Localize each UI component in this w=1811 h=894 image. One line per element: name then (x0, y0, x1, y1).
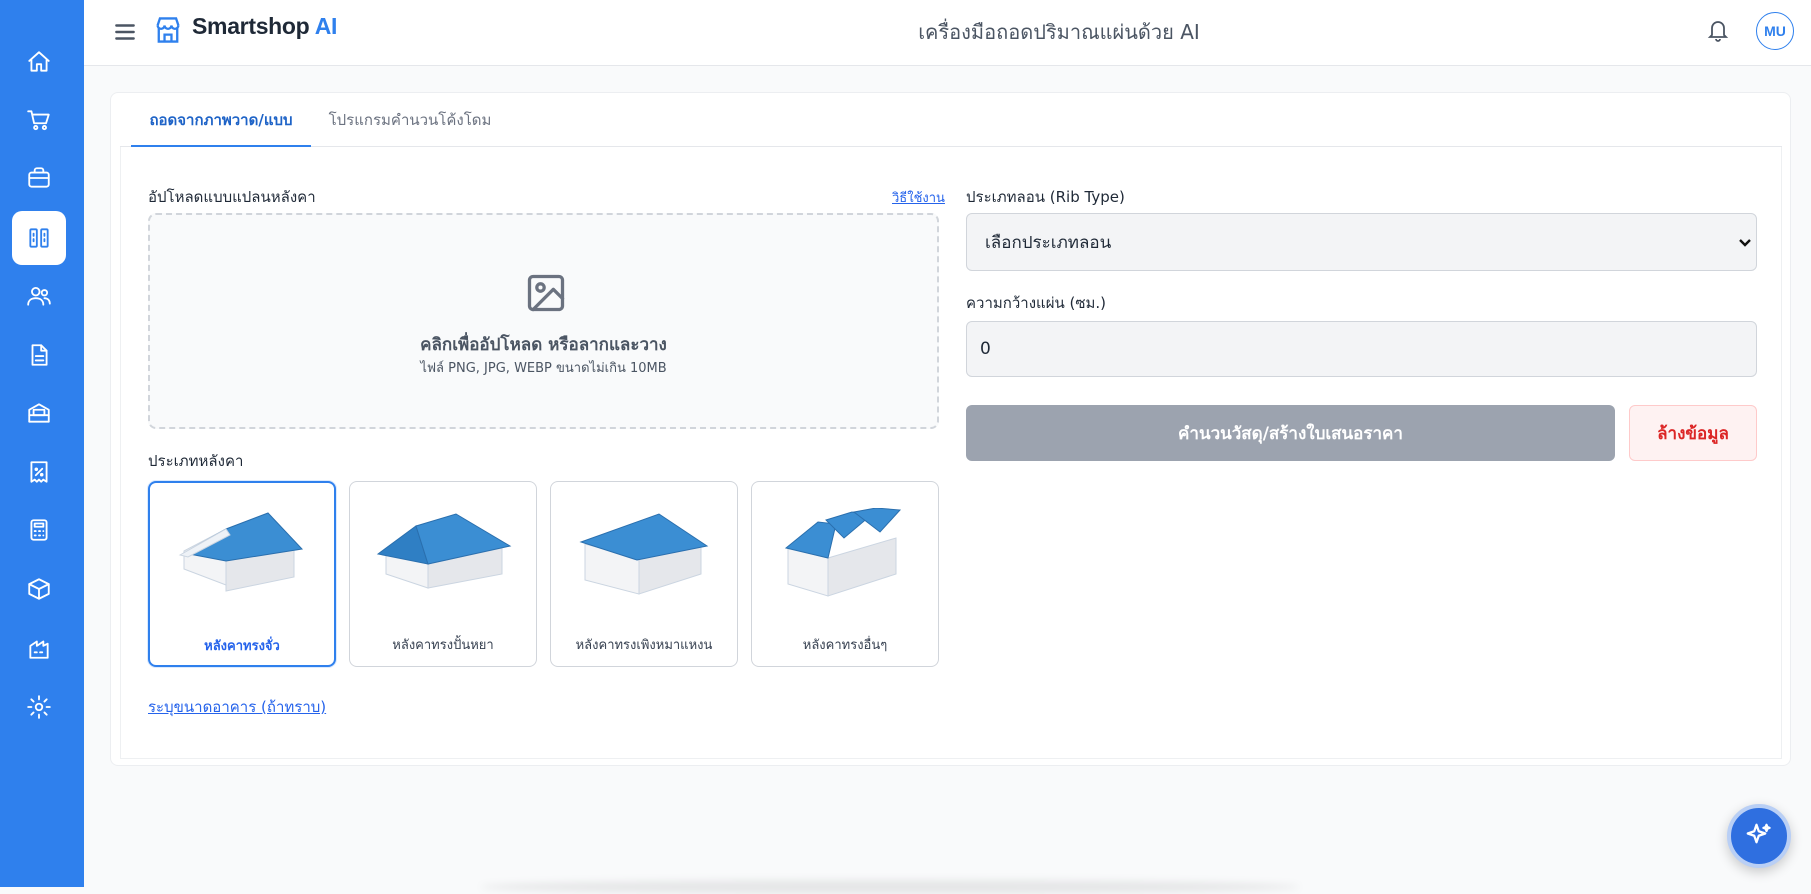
calculator-icon (30, 519, 48, 541)
notifications-button[interactable] (1706, 17, 1734, 45)
roof-option-label: หลังคาทรงเพิงหมาแหงน (575, 638, 713, 653)
roof-option-label: หลังคาทรงปั้นหยา (392, 638, 494, 653)
shed-roof-icon (579, 513, 709, 595)
sidebar-item-briefcase[interactable] (12, 151, 66, 205)
sidebar-item-documents[interactable] (12, 328, 66, 382)
rib-type-selected: เลือกประเภทลอน (985, 232, 1112, 253)
sidebar-item-receipts[interactable] (12, 445, 66, 499)
box-icon (28, 578, 50, 600)
tab-dome-calculator[interactable]: โปรแกรมคำนวนโค้งโดม (320, 93, 500, 147)
sidebar-item-factory[interactable] (12, 621, 66, 675)
cart-icon (27, 110, 50, 131)
sidebar-item-calculator[interactable] (12, 503, 66, 557)
howto-link[interactable]: วิธีใช้งาน (892, 187, 945, 208)
home-icon (28, 51, 50, 72)
tab-bar: ถอดจากภาพวาด/แบบ โปรแกรมคำนวนโค้งโดม (120, 93, 1782, 147)
ai-assistant-button[interactable] (1727, 804, 1791, 868)
roof-option-other[interactable]: หลังคาทรงอื่นๆ (751, 481, 939, 667)
hamburger-icon (115, 24, 135, 40)
sidebar-item-users[interactable] (12, 269, 66, 323)
sheet-width-label: ความกว้างแผ่น (ซม.) (966, 294, 1107, 312)
gable-roof-icon (178, 512, 304, 592)
rib-type-select[interactable]: เลือกประเภทลอน (966, 213, 1757, 271)
clear-button[interactable]: ล้างข้อมูล (1629, 405, 1757, 461)
bottom-shadow (480, 880, 1300, 894)
sidebar-item-settings[interactable] (12, 680, 66, 734)
sidebar-item-products[interactable] (12, 562, 66, 616)
top-bar: Smartshop AI เครื่องมือถอดปริมาณแผ่นด้วย… (84, 0, 1811, 66)
sidebar-item-cart[interactable] (12, 93, 66, 147)
roof-option-hip[interactable]: หลังคาทรงปั้นหยา (349, 481, 537, 667)
main-card: ถอดจากภาพวาด/แบบ โปรแกรมคำนวนโค้งโดม อัป… (110, 92, 1791, 766)
form-panel: อัปโหลดแบบแปลนหลังคา วิธีใช้งาน คลิกเพื่… (120, 147, 1782, 759)
warehouse-icon (28, 403, 50, 423)
sparkle-icon (1746, 823, 1771, 844)
briefcase-icon (28, 167, 50, 188)
sidebar-item-warehouse[interactable] (12, 386, 66, 440)
sawtooth-roof-icon (784, 508, 902, 597)
chevron-down-icon (1738, 234, 1752, 248)
menu-toggle-button[interactable] (112, 19, 138, 45)
avatar[interactable]: MU (1756, 12, 1794, 50)
roof-type-label: ประเภทหลังคา (148, 452, 244, 470)
upload-dropzone[interactable]: คลิกเพื่ออัปโหลด หรือลากและวาง ไฟล์ PNG,… (148, 213, 939, 429)
dropzone-subtitle: ไฟล์ PNG, JPG, WEBP ขนาดไม่เกิน 10MB (420, 361, 667, 376)
sheet-width-input[interactable]: 0 (966, 321, 1757, 377)
roof-option-shed[interactable]: หลังคาทรงเพิงหมาแหงน (550, 481, 738, 667)
tab-from-drawing[interactable]: ถอดจากภาพวาด/แบบ (131, 93, 311, 147)
upload-label: อัปโหลดแบบแปลนหลังคา (148, 188, 316, 206)
bell-icon (1707, 21, 1729, 42)
dropzone-title: คลิกเพื่ออัปโหลด หรือลากและวาง (420, 335, 667, 355)
sheet-tool-icon (29, 228, 49, 248)
sidebar-item-home[interactable] (12, 35, 66, 89)
rib-type-label: ประเภทลอน (Rib Type) (966, 188, 1125, 206)
store-logo-icon (154, 15, 182, 45)
brand-name: Smartshop AI (192, 13, 338, 39)
image-icon (524, 271, 568, 315)
receipt-icon (30, 461, 48, 483)
roof-option-gable[interactable]: หลังคาทรงจั่ว (148, 481, 336, 667)
sidebar (0, 0, 84, 887)
roof-option-label: หลังคาทรงอื่นๆ (802, 638, 888, 653)
sidebar-item-sheet-tool[interactable] (12, 211, 66, 265)
settings-icon (27, 695, 51, 719)
roof-option-label: หลังคาทรงจั่ว (204, 639, 280, 654)
factory-icon (29, 640, 49, 659)
document-icon (31, 344, 48, 366)
hip-roof-icon (376, 513, 512, 589)
calculate-button[interactable]: คำนวนวัสดุ/สร้างใบเสนอราคา (966, 405, 1615, 461)
building-size-link[interactable]: ระบุขนาดอาคาร (ถ้าทราบ) (148, 695, 326, 719)
users-icon (27, 286, 51, 306)
page-title: เครื่องมือถอดปริมาณแผ่นด้วย AI (918, 20, 1200, 44)
